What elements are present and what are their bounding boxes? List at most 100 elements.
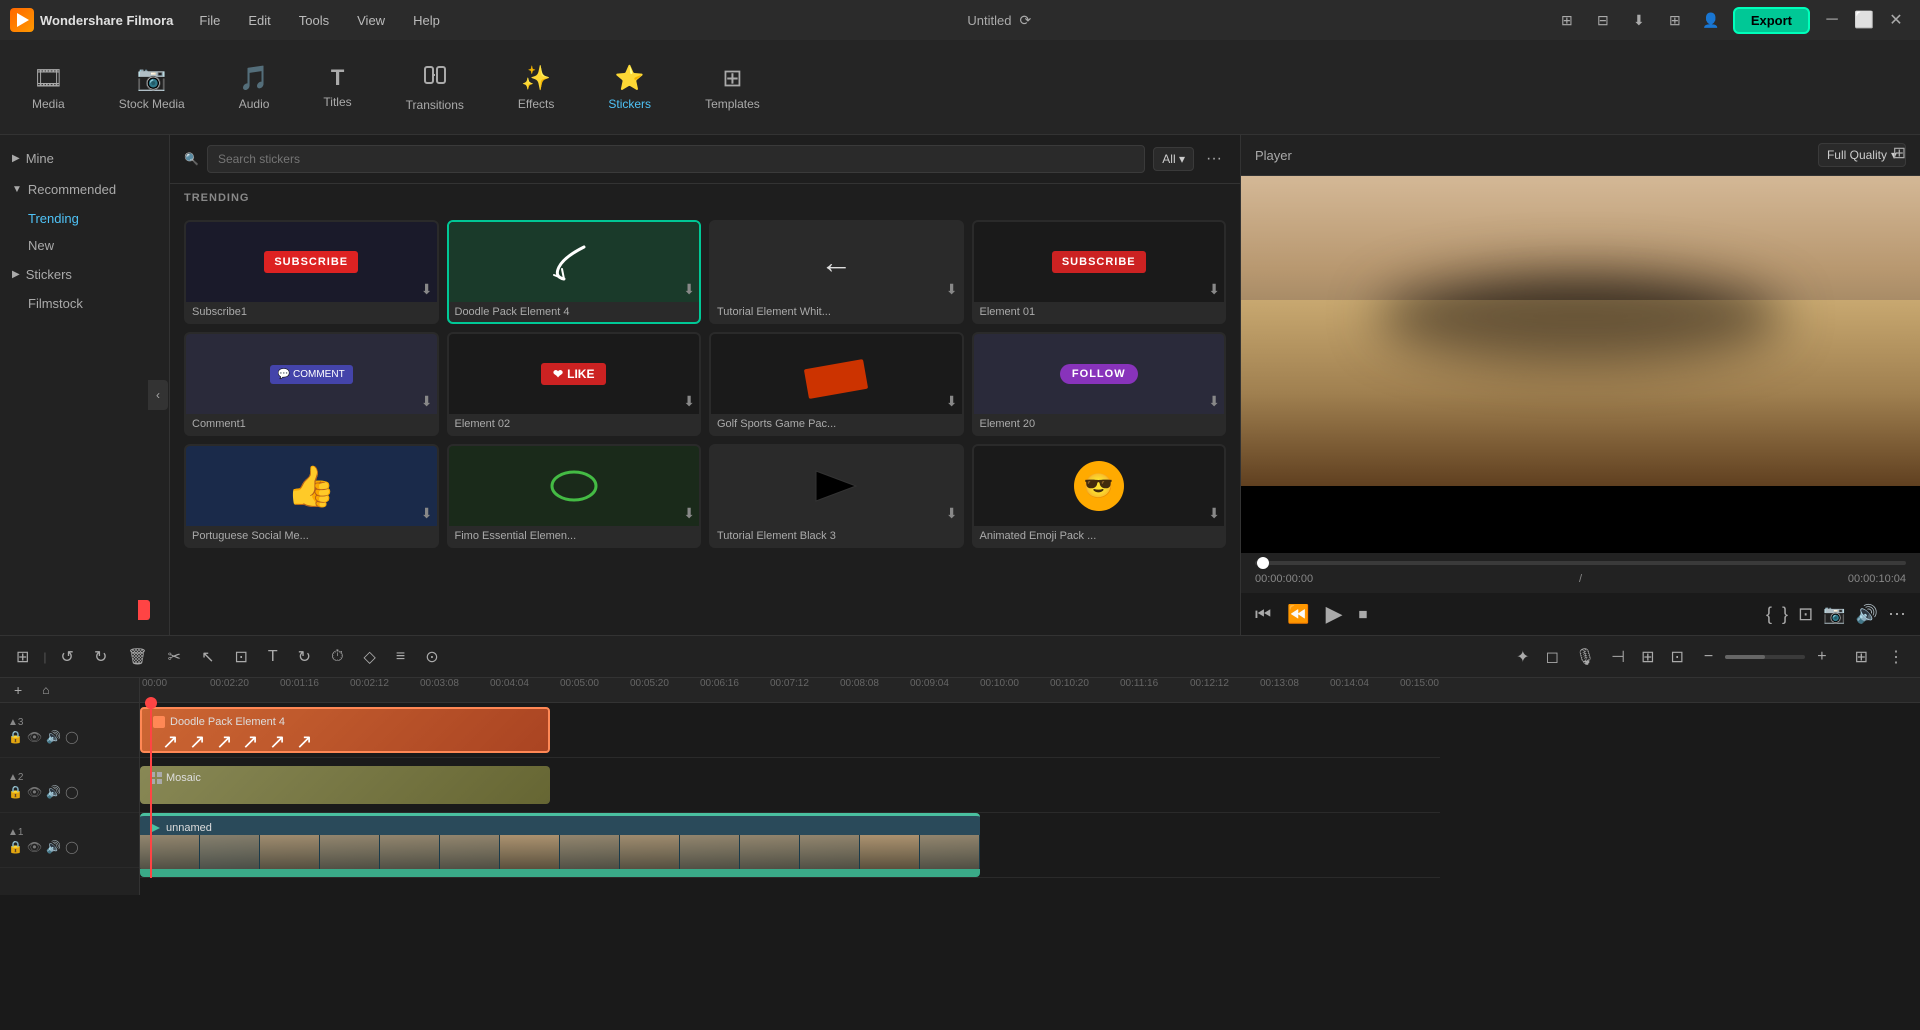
scrubber-handle[interactable] (1257, 557, 1269, 569)
download-icon-doodle4[interactable]: ⬇ (683, 281, 695, 298)
clip-doodle-pack[interactable]: Doodle Pack Element 4 ↙ ↙ ↙ ↙ ↙ ↙ (140, 707, 550, 753)
track1-audio-icon[interactable]: 🔊 (46, 840, 61, 854)
clip-mosaic[interactable]: Mosaic (140, 766, 550, 804)
download-icon-element02[interactable]: ⬇ (683, 393, 695, 410)
menu-view[interactable]: View (351, 9, 391, 32)
sidebar-item-new[interactable]: New (0, 232, 169, 259)
sticker-emoji-pack[interactable]: 😎 ⬇ Animated Emoji Pack ... (972, 444, 1227, 548)
select-tool[interactable]: ↖ (195, 643, 220, 671)
track1-eye-icon[interactable]: 👁 (27, 840, 42, 854)
download-icon-portuguese[interactable]: ⬇ (421, 505, 433, 522)
rewind-button[interactable]: ⏮ (1255, 604, 1271, 625)
toolbar-effects[interactable]: ✨ Effects (506, 56, 566, 119)
menu-file[interactable]: File (193, 9, 226, 32)
download-icon-emoji-pack[interactable]: ⬇ (1208, 505, 1220, 522)
more-options-button[interactable]: ··· (1202, 146, 1226, 172)
menu-edit[interactable]: Edit (242, 9, 276, 32)
sticker-subscribe1[interactable]: SUBSCRIBE ⬇ Subscribe1 (184, 220, 439, 324)
download-icon-tutorial-white[interactable]: ⬇ (946, 281, 958, 298)
sticker-element01[interactable]: SUBSCRIBE ⬇ Element 01 (972, 220, 1227, 324)
redo-button[interactable]: ↻ (88, 643, 113, 671)
menu-tools[interactable]: Tools (293, 9, 335, 32)
playhead[interactable] (150, 703, 152, 878)
track3-lock-icon[interactable]: 🔒 (8, 730, 23, 744)
toolbar-media[interactable]: 🎞 Media (20, 56, 77, 119)
stop-button[interactable]: ⏹ (1359, 604, 1368, 625)
sidebar-collapse-btn[interactable]: ‹ (148, 380, 168, 410)
titlebar-icon-4[interactable]: ⊞ (1661, 6, 1689, 34)
mark-out-button[interactable]: } (1782, 604, 1788, 625)
clip-video[interactable]: unnamed (140, 813, 980, 871)
snapshot-button[interactable]: 📷 (1823, 604, 1845, 625)
volume-button[interactable]: 🔊 (1856, 604, 1878, 625)
search-filter-dropdown[interactable]: All ▾ (1153, 147, 1194, 171)
sticker-comment1[interactable]: 💬 COMMENT ⬇ Comment1 (184, 332, 439, 436)
grid-view-button[interactable]: ⊞ (1849, 643, 1874, 671)
track3-audio-icon[interactable]: 🔊 (46, 730, 61, 744)
speed-tool[interactable]: ⏱ (325, 644, 349, 670)
mark-in-button[interactable]: { (1766, 604, 1772, 625)
add-track-button[interactable]: + (8, 678, 28, 702)
titlebar-icon-1[interactable]: ⊞ (1553, 6, 1581, 34)
menu-help[interactable]: Help (407, 9, 446, 32)
zoom-in-button[interactable]: + (1811, 644, 1832, 670)
play-button[interactable]: ▶ (1326, 601, 1343, 627)
toolbar-audio[interactable]: 🎵 Audio (227, 56, 282, 119)
sticker-element20[interactable]: FOLLOW ⬇ Element 20 (972, 332, 1227, 436)
track3-eye-icon[interactable]: 👁 (27, 730, 42, 744)
sidebar-item-trending[interactable]: Trending (0, 205, 169, 232)
sticker-fimo[interactable]: ⬇ Fimo Essential Elemen... (447, 444, 702, 548)
color-tool[interactable]: ◇ (358, 643, 382, 671)
home-button[interactable]: ⌂ (36, 679, 55, 701)
more-preview-button[interactable]: ⋯ (1888, 604, 1906, 625)
toolbar-templates[interactable]: ⊞ Templates (693, 56, 772, 119)
fullscreen-icon[interactable]: ⊞ (1893, 143, 1906, 163)
caption-tool[interactable]: ⊡ (1665, 643, 1690, 671)
sticker-tutorial-black[interactable]: ⬇ Tutorial Element Black 3 (709, 444, 964, 548)
track1-lock-icon[interactable]: 🔒 (8, 840, 23, 854)
toolbar-stickers[interactable]: ⭐ Stickers (596, 56, 663, 119)
sticker-portuguese[interactable]: 👍 ⬇ Portuguese Social Me... (184, 444, 439, 548)
play-back-button[interactable]: ⏪ (1287, 604, 1309, 625)
track1-visible-icon[interactable]: ◯ (65, 840, 78, 854)
sidebar-header-mine[interactable]: ▶ Mine (0, 143, 169, 174)
titlebar-icon-3[interactable]: ⬇ (1625, 6, 1653, 34)
sticker-doodle4[interactable]: ⬇ Doodle Pack Element 4 (447, 220, 702, 324)
track3-visible-icon[interactable]: ◯ (65, 730, 78, 744)
toolbar-titles[interactable]: T Titles (311, 57, 363, 117)
maximize-button[interactable]: ⬜ (1850, 6, 1878, 34)
timeline-layout-button[interactable]: ⊞ (10, 643, 35, 671)
track2-lock-icon[interactable]: 🔒 (8, 785, 23, 799)
download-icon-subscribe1[interactable]: ⬇ (421, 281, 433, 298)
sticker-element02[interactable]: ❤LIKE ⬇ Element 02 (447, 332, 702, 436)
download-icon-element01[interactable]: ⬇ (1208, 281, 1220, 298)
more-tool[interactable]: ⊙ (419, 643, 444, 671)
sidebar-item-filmstock[interactable]: Filmstock (0, 290, 169, 317)
search-input[interactable] (207, 145, 1145, 173)
sticker-golf[interactable]: ⬇ Golf Sports Game Pac... (709, 332, 964, 436)
titlebar-icon-5[interactable]: 👤 (1697, 6, 1725, 34)
download-icon-fimo[interactable]: ⬇ (683, 505, 695, 522)
cut-button[interactable]: ✂ (162, 643, 187, 671)
clip-tool[interactable]: ◻ (1540, 643, 1565, 671)
fit-preview-button[interactable]: ⊡ (1798, 604, 1813, 625)
ai-tool[interactable]: ✦ (1510, 643, 1535, 671)
audio-tool[interactable]: ≡ (390, 644, 411, 670)
download-icon-tutorial-black[interactable]: ⬇ (946, 505, 958, 522)
rotate-tool[interactable]: ↻ (292, 643, 317, 671)
list-view-button[interactable]: ⋮ (1882, 643, 1910, 671)
download-icon-comment1[interactable]: ⬇ (421, 393, 433, 410)
multicam-tool[interactable]: ⊞ (1635, 643, 1660, 671)
download-icon-golf[interactable]: ⬇ (946, 393, 958, 410)
toolbar-stock-media[interactable]: 📷 Stock Media (107, 56, 197, 119)
zoom-out-button[interactable]: − (1698, 644, 1719, 670)
download-icon-element20[interactable]: ⬇ (1208, 393, 1220, 410)
export-button[interactable]: Export (1733, 7, 1810, 34)
text-tool[interactable]: T (262, 644, 284, 670)
track2-visible-icon[interactable]: ◯ (65, 785, 78, 799)
track2-audio-icon[interactable]: 🔊 (46, 785, 61, 799)
delete-button[interactable]: 🗑 (121, 643, 153, 671)
mic-tool[interactable]: 🎙 (1569, 643, 1601, 671)
timeline-scrubber[interactable] (1255, 561, 1906, 565)
sidebar-header-recommended[interactable]: ▼ Recommended (0, 174, 169, 205)
